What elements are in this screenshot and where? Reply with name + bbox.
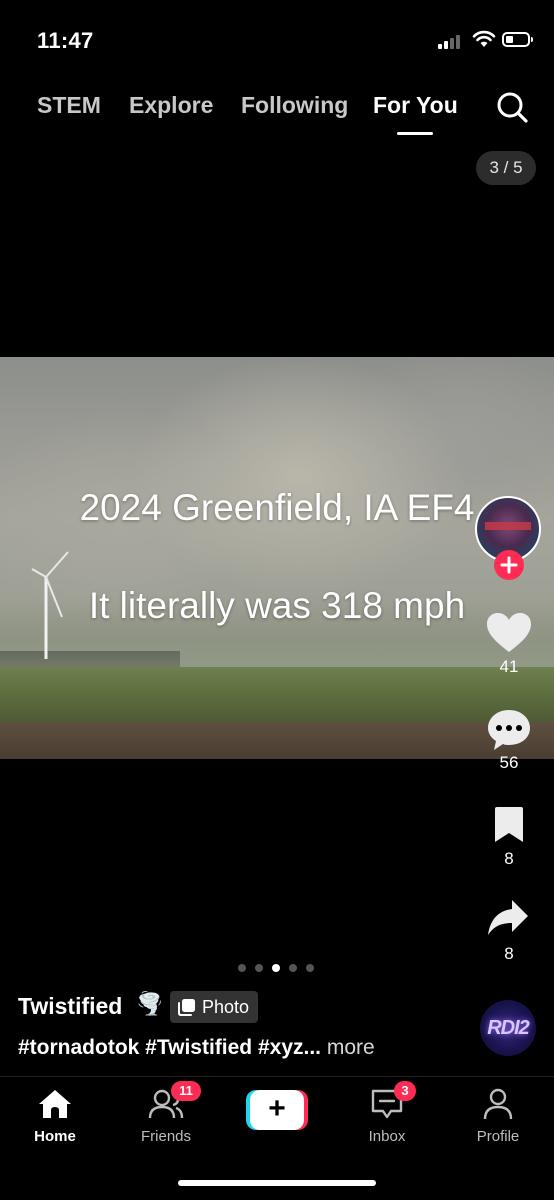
battery-icon xyxy=(502,32,533,47)
friends-badge: 11 xyxy=(171,1081,201,1101)
comment-count: 56 xyxy=(499,753,519,772)
status-time: 11:47 xyxy=(37,28,94,53)
nav-inbox-label: Inbox xyxy=(368,1128,406,1145)
nav-inbox[interactable]: Inbox xyxy=(342,1088,432,1145)
photo-type-badge: Photo xyxy=(170,991,259,1023)
overlay-text-line-1: 2024 Greenfield, IA EF4 xyxy=(79,487,475,528)
post-photo[interactable]: 2024 Greenfield, IA EF4 It literally was… xyxy=(0,357,554,759)
comment-icon[interactable] xyxy=(486,708,532,752)
plus-icon: + xyxy=(250,1090,304,1130)
share-icon[interactable] xyxy=(486,898,530,938)
photo-counter: 3 / 5 xyxy=(476,151,536,185)
follow-button[interactable] xyxy=(494,550,524,580)
author-name[interactable]: Twistified xyxy=(18,993,122,1020)
nav-home-label: Home xyxy=(34,1128,76,1145)
caption-more-link[interactable]: more xyxy=(327,1036,375,1059)
home-indicator[interactable] xyxy=(178,1180,376,1186)
inbox-badge: 3 xyxy=(394,1081,416,1101)
slide-dot-active xyxy=(272,964,280,972)
share-count: 8 xyxy=(504,944,514,963)
cellular-signal-icon xyxy=(438,33,464,49)
caption-hashtags[interactable]: #tornadotok #Twistified #xyz... xyxy=(18,1036,321,1059)
tab-stem[interactable]: STEM xyxy=(37,92,101,119)
sound-disc[interactable]: RDI2 xyxy=(480,1000,536,1056)
plus-icon xyxy=(500,556,518,574)
photo-stack-icon xyxy=(178,999,195,1016)
home-icon xyxy=(39,1090,71,1118)
tornado-emoji: 🌪️ xyxy=(136,991,164,1016)
heart-icon[interactable] xyxy=(486,612,532,654)
nav-profile-label: Profile xyxy=(476,1128,520,1145)
slide-indicator xyxy=(238,964,314,972)
slide-dot xyxy=(238,964,246,972)
active-tab-indicator xyxy=(397,132,433,135)
photo-badge-label: Photo xyxy=(202,996,250,1017)
slide-dot xyxy=(289,964,297,972)
overlay-text-line-2: It literally was 318 mph xyxy=(88,585,466,626)
post-caption[interactable]: #tornadotok #Twistified #xyz... more xyxy=(18,1036,375,1060)
slide-dot xyxy=(306,964,314,972)
nav-friends-label: Friends xyxy=(140,1128,192,1145)
tab-following[interactable]: Following xyxy=(241,92,348,119)
search-icon[interactable] xyxy=(494,89,530,125)
tab-explore[interactable]: Explore xyxy=(129,92,213,119)
bookmark-count: 8 xyxy=(504,849,514,868)
bookmark-icon[interactable] xyxy=(492,806,526,844)
nav-home[interactable]: Home xyxy=(10,1088,100,1145)
slide-dot xyxy=(255,964,263,972)
nav-profile[interactable]: Profile xyxy=(453,1088,543,1145)
profile-icon xyxy=(483,1088,513,1120)
tab-for-you[interactable]: For You xyxy=(373,92,458,119)
like-count: 41 xyxy=(499,657,519,676)
create-button[interactable]: + xyxy=(246,1090,308,1130)
wifi-icon xyxy=(472,30,496,47)
